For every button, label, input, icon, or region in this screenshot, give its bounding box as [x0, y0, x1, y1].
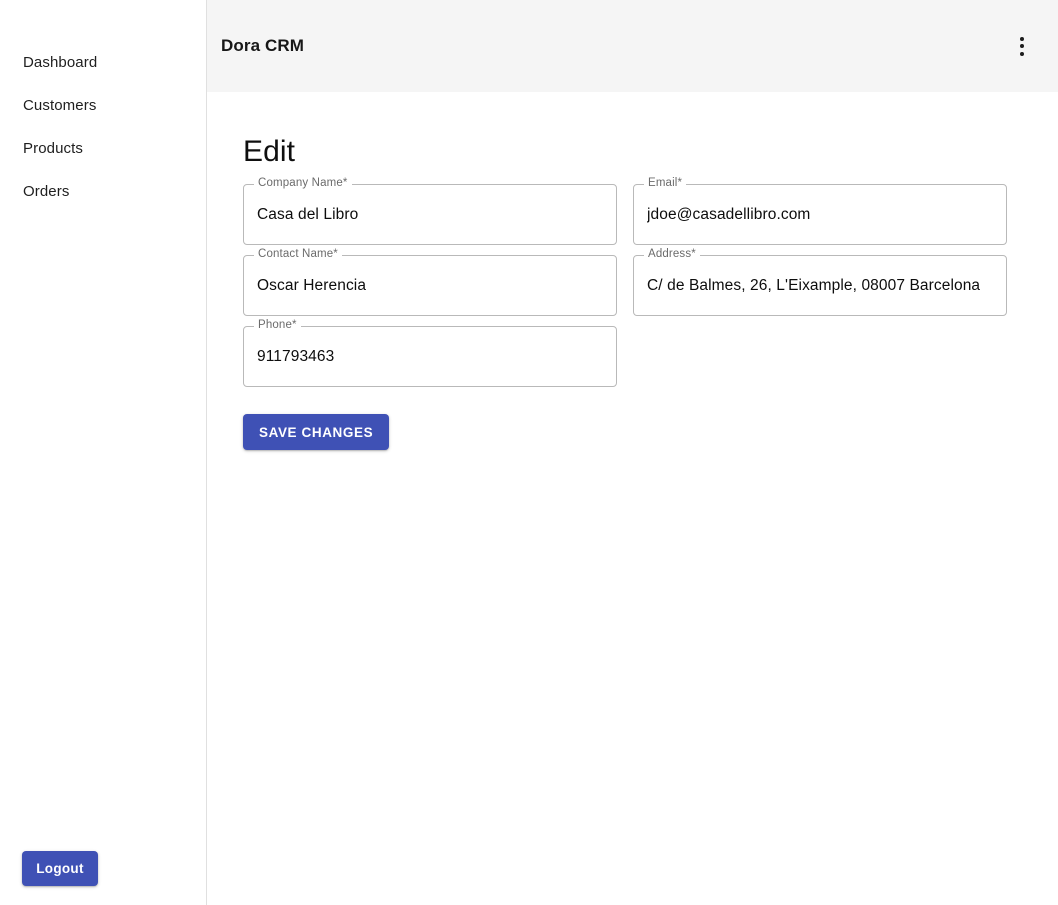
field-email: Email* [633, 177, 1007, 245]
sidebar-nav-list: Dashboard Customers Products Orders [0, 0, 206, 213]
main-area: Dora CRM Edit Company Name* Email* [207, 0, 1058, 905]
sidebar-item-customers[interactable]: Customers [0, 84, 206, 127]
sidebar-item-dashboard[interactable]: Dashboard [0, 41, 206, 84]
company-name-input[interactable] [243, 184, 617, 245]
field-phone: Phone* [243, 319, 617, 387]
field-contact-name: Contact Name* [243, 248, 617, 316]
sidebar-item-products[interactable]: Products [0, 127, 206, 170]
save-changes-button[interactable]: SAVE CHANGES [243, 414, 390, 450]
field-company-name: Company Name* [243, 177, 617, 245]
sidebar: Dashboard Customers Products Orders Logo… [0, 0, 207, 905]
sidebar-item-label: Orders [23, 183, 70, 200]
sidebar-item-label: Dashboard [23, 54, 98, 71]
form-grid-spacer [633, 326, 1007, 387]
app-root: Dashboard Customers Products Orders Logo… [0, 0, 1058, 905]
field-address: Address* [633, 248, 1007, 316]
save-changes-button-label: SAVE CHANGES [259, 424, 374, 440]
app-title: Dora CRM [221, 36, 304, 55]
address-input[interactable] [633, 255, 1007, 316]
sidebar-item-orders[interactable]: Orders [0, 170, 206, 213]
email-input[interactable] [633, 184, 1007, 245]
kebab-menu-icon[interactable] [1004, 28, 1040, 64]
phone-input[interactable] [243, 326, 617, 387]
logout-button[interactable]: Logout [22, 851, 98, 886]
logout-button-label: Logout [36, 861, 84, 876]
content-area: Edit Company Name* Email* Contac [207, 92, 1058, 450]
kebab-dot [1020, 51, 1024, 56]
sidebar-item-label: Products [23, 140, 83, 157]
contact-name-input[interactable] [243, 255, 617, 316]
kebab-dot [1020, 36, 1024, 41]
top-app-bar: Dora CRM [207, 0, 1058, 92]
page-title: Edit [243, 135, 296, 168]
sidebar-item-label: Customers [23, 97, 97, 114]
customer-edit-form: Company Name* Email* Contact Name* [243, 177, 1008, 387]
kebab-dot [1020, 44, 1024, 48]
